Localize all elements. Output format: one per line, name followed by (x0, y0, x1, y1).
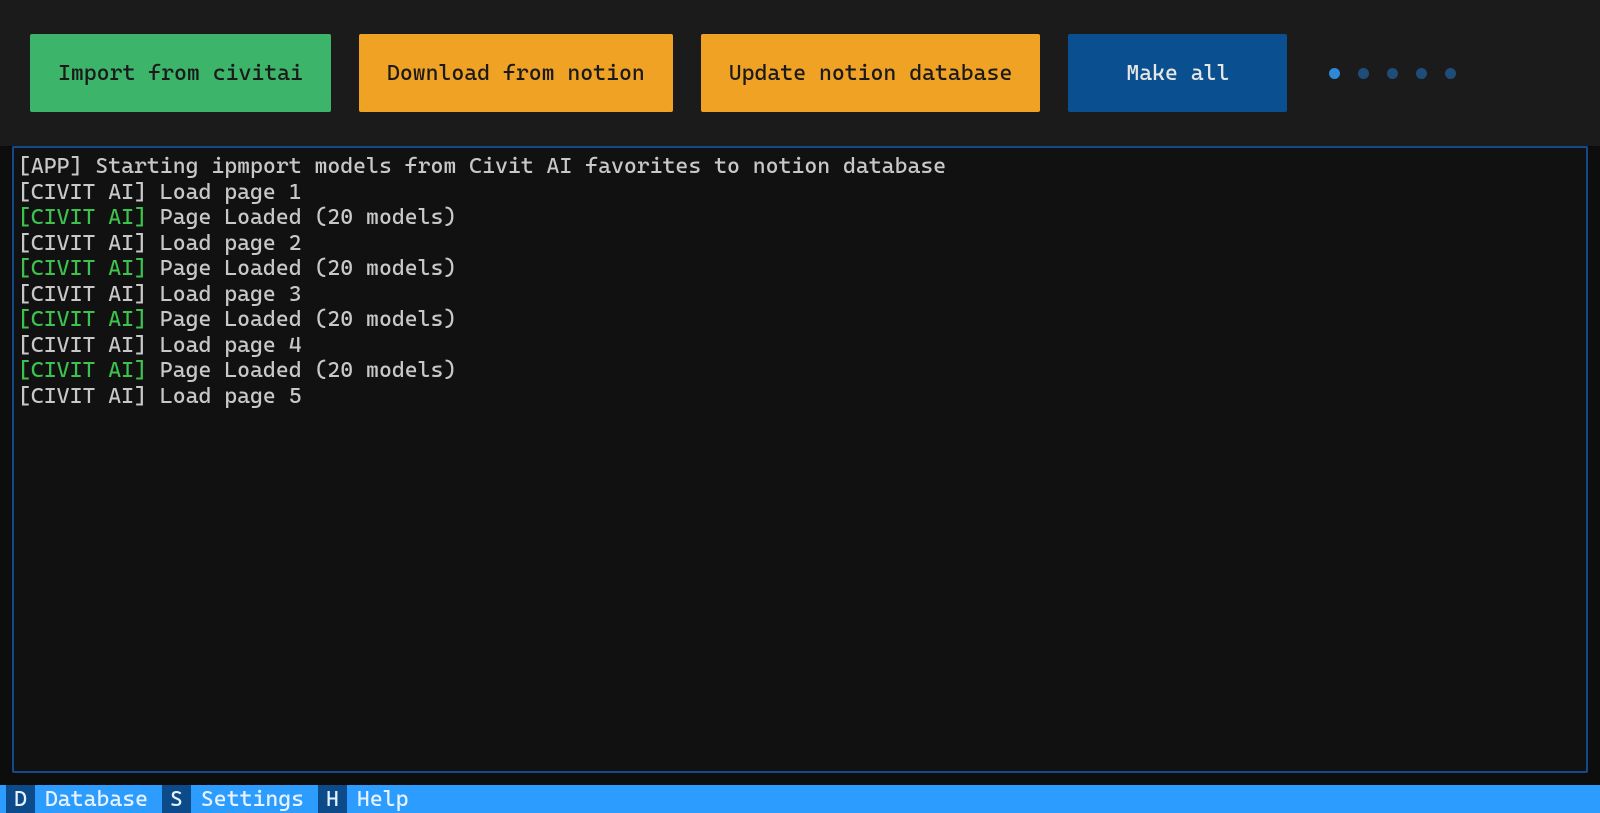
log-message: Page Loaded (20 models) (147, 307, 456, 332)
import-from-civitai-button[interactable]: Import from civitai (30, 34, 331, 112)
log-line: [CIVIT AI] Load page 1 (18, 180, 1582, 206)
log-prefix: [CIVIT AI] (18, 358, 147, 383)
spinner-dot (1329, 68, 1340, 79)
download-from-notion-button[interactable]: Download from notion (359, 34, 673, 112)
log-prefix: [CIVIT AI] (18, 180, 147, 205)
log-prefix: [CIVIT AI] (18, 231, 147, 256)
loading-spinner (1329, 68, 1456, 79)
log-message: Load page 1 (147, 180, 302, 205)
make-all-button[interactable]: Make all (1068, 34, 1287, 112)
log-message: Page Loaded (20 models) (147, 358, 456, 383)
log-line: [CIVIT AI] Load page 4 (18, 333, 1582, 359)
log-line: [CIVIT AI] Page Loaded (20 models) (18, 358, 1582, 384)
footer-bar: DDatabaseSSettingsHHelp (0, 785, 1600, 813)
log-line: [CIVIT AI] Load page 5 (18, 384, 1582, 410)
log-line: [CIVIT AI] Page Loaded (20 models) (18, 256, 1582, 282)
spinner-dot (1445, 68, 1456, 79)
log-prefix: [CIVIT AI] (18, 307, 147, 332)
update-notion-database-button[interactable]: Update notion database (701, 34, 1041, 112)
footer-key-database[interactable]: D (6, 785, 35, 813)
log-output: [APP] Starting ipmport models from Civit… (12, 146, 1588, 773)
log-message: Page Loaded (20 models) (147, 205, 456, 230)
footer-label-settings[interactable]: Settings (191, 785, 318, 813)
log-prefix: [CIVIT AI] (18, 205, 147, 230)
footer-label-database[interactable]: Database (35, 785, 162, 813)
log-line: [CIVIT AI] Load page 2 (18, 231, 1582, 257)
log-line: [APP] Starting ipmport models from Civit… (18, 154, 1582, 180)
toolbar: Import from civitai Download from notion… (0, 0, 1600, 146)
log-line: [CIVIT AI] Page Loaded (20 models) (18, 307, 1582, 333)
log-message: Load page 3 (147, 282, 302, 307)
footer-key-settings[interactable]: S (162, 785, 191, 813)
log-prefix: [CIVIT AI] (18, 384, 147, 409)
log-message: Starting ipmport models from Civit AI fa… (82, 154, 946, 179)
log-line: [CIVIT AI] Load page 3 (18, 282, 1582, 308)
log-message: Page Loaded (20 models) (147, 256, 456, 281)
log-message: Load page 5 (147, 384, 302, 409)
log-prefix: [CIVIT AI] (18, 256, 147, 281)
log-line: [CIVIT AI] Page Loaded (20 models) (18, 205, 1582, 231)
spinner-dot (1416, 68, 1427, 79)
spinner-dot (1358, 68, 1369, 79)
log-prefix: [APP] (18, 154, 82, 179)
spinner-dot (1387, 68, 1398, 79)
log-message: Load page 2 (147, 231, 302, 256)
log-prefix: [CIVIT AI] (18, 282, 147, 307)
log-message: Load page 4 (147, 333, 302, 358)
log-prefix: [CIVIT AI] (18, 333, 147, 358)
footer-label-help[interactable]: Help (347, 785, 423, 813)
footer-key-help[interactable]: H (318, 785, 347, 813)
